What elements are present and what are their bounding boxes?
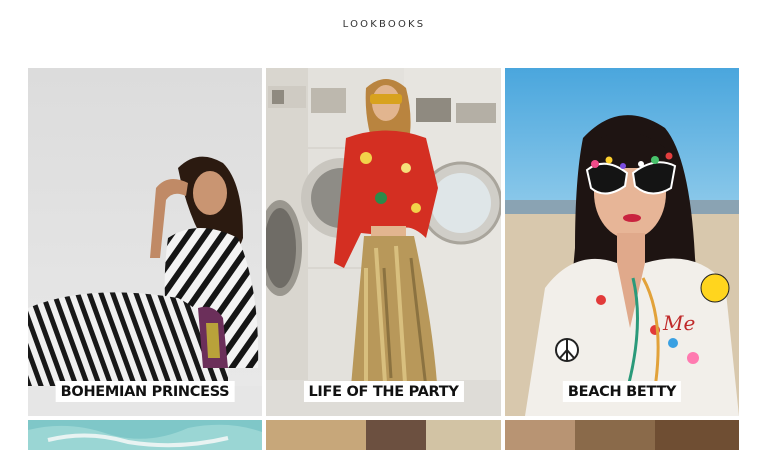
lookbook-label[interactable]: LIFE OF THE PARTY (303, 381, 464, 402)
lookbook-card-bohemian-princess[interactable]: BOHEMIAN PRINCESS (28, 68, 262, 416)
lookbook-photo (28, 420, 262, 450)
lookbook-photo (266, 420, 501, 450)
life-of-the-party-photo (266, 68, 501, 416)
bohemian-princess-photo (28, 68, 262, 416)
lookbook-label[interactable]: BEACH BETTY (562, 381, 682, 402)
lookbook-card-row2-3[interactable] (505, 420, 739, 450)
jacket-lettering: Me (662, 311, 695, 335)
lookbook-card-beach-betty[interactable]: Me BEACH BETTY (505, 68, 739, 416)
lookbook-grid: BOHEMIAN PRINCESS LIFE OF THE PARTY Me B… (28, 68, 739, 450)
page-title: LOOKBOOKS (342, 19, 426, 30)
lookbook-card-row2-1[interactable] (28, 420, 262, 450)
beach-betty-photo: Me (505, 68, 739, 416)
lookbook-card-row2-2[interactable] (266, 420, 501, 450)
lookbook-label[interactable]: BOHEMIAN PRINCESS (55, 381, 235, 402)
lookbook-card-life-of-the-party[interactable]: LIFE OF THE PARTY (266, 68, 501, 416)
lookbook-photo (505, 420, 739, 450)
